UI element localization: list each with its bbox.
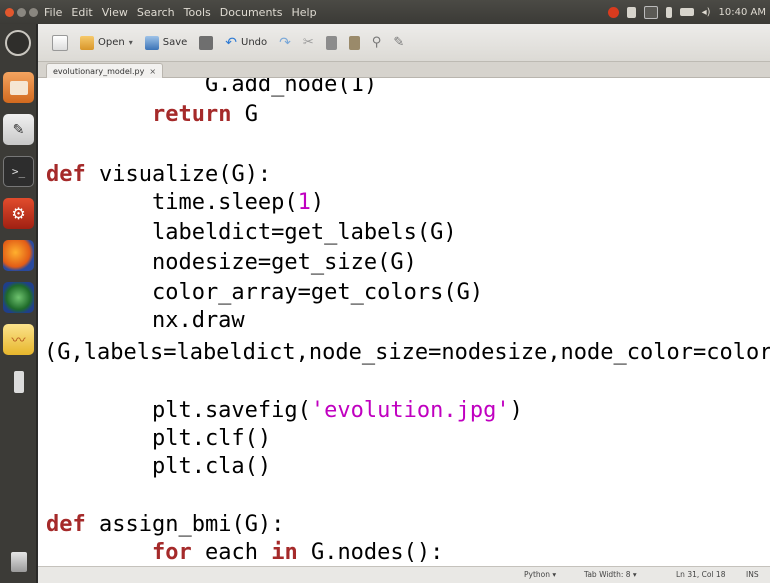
- terminal-icon[interactable]: >_: [3, 156, 34, 187]
- maximize-window-icon[interactable]: [29, 7, 38, 17]
- clock[interactable]: 10:40 AM: [719, 7, 766, 18]
- menu-view[interactable]: View: [102, 6, 128, 19]
- code-line: G.add_node(1): [46, 78, 378, 97]
- new-file-icon: [52, 34, 68, 51]
- save-button[interactable]: Save: [144, 35, 188, 50]
- close-window-icon[interactable]: [5, 7, 14, 17]
- menu-documents[interactable]: Documents: [220, 6, 283, 19]
- paste-button[interactable]: [348, 35, 360, 50]
- cursor-position: Ln 31, Col 18: [676, 570, 726, 579]
- globe-app-icon[interactable]: [3, 282, 34, 313]
- code-line: def visualize(G):: [46, 162, 272, 187]
- menu-file[interactable]: File: [44, 6, 62, 19]
- code-editor[interactable]: G.add_node(1) return G def visualize(G):…: [38, 78, 770, 566]
- volume-icon[interactable]: ◂): [702, 7, 711, 18]
- battery-icon[interactable]: [679, 8, 694, 16]
- code-line: color_array=get_colors(G): [46, 280, 484, 305]
- save-label: Save: [162, 37, 188, 48]
- search-icon: ⚲: [371, 35, 382, 50]
- firefox-icon[interactable]: [3, 240, 34, 271]
- code-line: plt.cla(): [46, 454, 272, 479]
- code-line: (G,labels=labeldict,node_size=nodesize,n…: [44, 340, 770, 365]
- replace-icon: ✎: [393, 35, 405, 50]
- launcher-sidebar: ✎ >_ ⚙ 〰: [0, 24, 37, 583]
- paste-icon: [348, 35, 360, 50]
- print-icon: [199, 35, 214, 50]
- undo-icon: ↶: [225, 34, 238, 51]
- code-line: def assign_bmi(G):: [46, 512, 285, 537]
- document-tabbar: evolutionary_model.py ×: [38, 62, 770, 78]
- tab-filename: evolutionary_model.py: [53, 66, 145, 76]
- undo-button[interactable]: ↶ Undo: [225, 35, 267, 51]
- code-line: for each in G.nodes():: [151, 540, 444, 565]
- code-line: plt.clf(): [46, 426, 272, 451]
- minimize-window-icon[interactable]: [17, 7, 26, 17]
- status-bar: Python ▾ Tab Width: 8 ▾ Ln 31, Col 18 IN…: [38, 566, 770, 583]
- code-line: plt.savefig('evolution.jpg'): [46, 398, 523, 423]
- code-line: nodesize=get_size(G): [46, 250, 417, 275]
- copy-button[interactable]: [325, 35, 337, 50]
- code-line: return G: [151, 102, 258, 127]
- redo-icon: ↷: [279, 34, 291, 51]
- code-line: nx.draw: [46, 308, 245, 333]
- replace-button[interactable]: ✎: [393, 35, 404, 50]
- system-monitor-icon[interactable]: 〰: [3, 324, 34, 355]
- menu-tools[interactable]: Tools: [184, 6, 211, 19]
- menu-help[interactable]: Help: [291, 6, 316, 19]
- redo-button[interactable]: ↷: [279, 35, 291, 51]
- save-icon: [144, 35, 159, 50]
- bluetooth-icon[interactable]: [665, 6, 672, 18]
- tab-width-selector[interactable]: Tab Width: 8 ▾: [584, 570, 637, 579]
- find-button[interactable]: ⚲: [372, 35, 382, 50]
- open-label: Open: [98, 37, 125, 48]
- keyboard-layout-icon[interactable]: [643, 5, 658, 19]
- system-settings-icon[interactable]: ⚙: [3, 198, 34, 229]
- menu-edit[interactable]: Edit: [71, 6, 92, 19]
- folder-icon: [80, 35, 94, 50]
- copy-icon: [325, 35, 337, 50]
- insert-mode: INS: [746, 570, 759, 579]
- cut-icon: ✂: [302, 35, 314, 50]
- files-icon[interactable]: [3, 72, 34, 103]
- app-menu: File Edit View Search Tools Documents He…: [44, 6, 317, 19]
- tab-evolutionary-model[interactable]: evolutionary_model.py ×: [46, 63, 164, 78]
- text-editor-icon[interactable]: ✎: [3, 114, 34, 145]
- dash-home-icon[interactable]: [5, 30, 31, 56]
- code-line: labeldict=get_labels(G): [46, 220, 457, 245]
- cut-button[interactable]: ✂: [303, 35, 314, 50]
- trash-icon[interactable]: [3, 546, 34, 577]
- recording-icon[interactable]: [607, 6, 619, 18]
- editor-toolbar: Open ▾ Save ↶ Undo ↷ ✂ ⚲ ✎: [38, 24, 770, 62]
- new-document-button[interactable]: [52, 34, 68, 51]
- print-button[interactable]: [199, 35, 214, 50]
- menu-search[interactable]: Search: [137, 6, 175, 19]
- usb-drive-icon[interactable]: [3, 366, 34, 397]
- chevron-down-icon[interactable]: ▾: [129, 38, 133, 47]
- open-button[interactable]: Open ▾: [80, 35, 133, 50]
- network-transfer-icon[interactable]: [626, 6, 636, 18]
- window-controls: [5, 7, 38, 17]
- system-tray: ◂) 10:40 AM: [607, 0, 766, 24]
- code-line: time.sleep(1): [46, 190, 325, 215]
- system-menubar: File Edit View Search Tools Documents He…: [0, 0, 770, 24]
- language-selector[interactable]: Python ▾: [524, 570, 556, 579]
- undo-label: Undo: [241, 37, 268, 48]
- close-tab-icon[interactable]: ×: [149, 67, 156, 76]
